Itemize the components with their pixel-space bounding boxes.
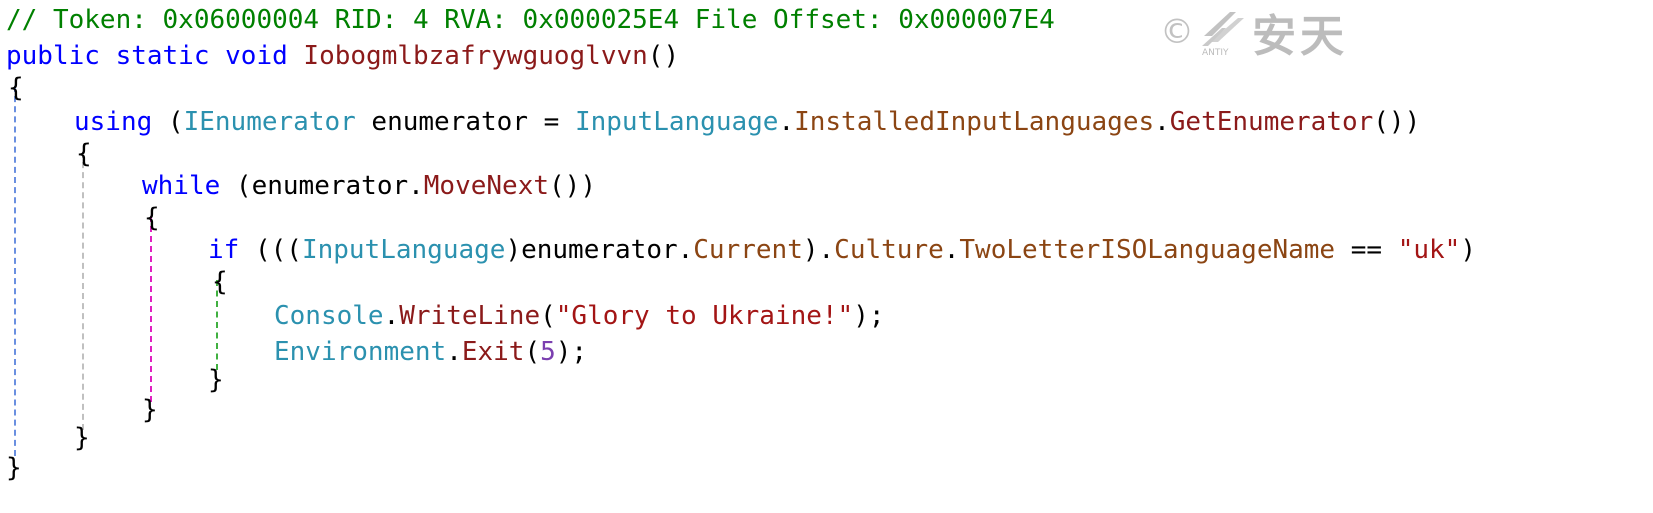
open-brace-level-4: { [212, 267, 228, 297]
code-comment-line: // Token: 0x06000004 RID: 4 RVA: 0x00002… [6, 5, 1055, 35]
current-property[interactable]: Current [693, 235, 803, 265]
antiy-logo-text: ANTIY [1202, 48, 1229, 58]
close-brace-level-2: } [74, 423, 90, 453]
environment-type[interactable]: Environment [274, 337, 446, 367]
if-close-paren: ) [1460, 235, 1476, 265]
code-editor[interactable]: // Token: 0x06000004 RID: 4 RVA: 0x00002… [0, 0, 1653, 513]
move-next-method[interactable]: MoveNext [424, 171, 549, 201]
antiy-logo-icon: ANTIY [1200, 6, 1246, 58]
antiy-chinese-name: 安天 [1252, 11, 1348, 62]
open-brace-level-3: { [144, 203, 160, 233]
two-letter-iso-language-name-property[interactable]: TwoLetterISOLanguageName [959, 235, 1335, 265]
antiy-watermark: © ANTIY 安天 [1160, 0, 1360, 64]
exit-method[interactable]: Exit [462, 337, 525, 367]
indent-guide-level-3 [150, 216, 152, 402]
inputlanguage-cast-type[interactable]: InputLanguage [302, 235, 506, 265]
close-brace-level-3: } [142, 395, 158, 425]
dot: . [778, 107, 795, 137]
close-paren-semicolon: ); [555, 337, 588, 367]
using-close-paren: ()) [1373, 107, 1421, 137]
if-open-parens: ((( [239, 235, 302, 265]
uk-string-literal: "uk" [1397, 235, 1461, 265]
while-statement-line: while (enumerator.MoveNext()) [142, 168, 596, 204]
get-enumerator-method[interactable]: GetEnumerator [1170, 107, 1374, 137]
console-writeline-line: Console.WriteLine("Glory to Ukraine!"); [274, 298, 885, 334]
close-paren-semicolon: ); [853, 301, 885, 331]
inputlanguage-type[interactable]: InputLanguage [575, 107, 779, 137]
writeline-method[interactable]: WriteLine [399, 301, 540, 331]
culture-property[interactable]: Culture [834, 235, 944, 265]
indent-guide-level-1 [14, 86, 16, 456]
method-name[interactable]: Iobogmlbzafrywguoglvvn [303, 41, 647, 71]
equality-operator: == [1335, 235, 1398, 265]
modifiers-keywords: public static void [6, 41, 304, 71]
if-statement-line: if (((InputLanguage)enumerator.Current).… [208, 232, 1476, 268]
open-paren: ( [524, 337, 541, 367]
open-brace-level-2: { [76, 139, 92, 169]
dot: . [446, 337, 462, 367]
glory-string-literal: "Glory to Ukraine!" [555, 301, 854, 331]
console-type[interactable]: Console [274, 301, 384, 331]
using-statement-line: using (IEnumerator enumerator = InputLan… [74, 104, 1420, 140]
environment-exit-line: Environment.Exit(5); [274, 334, 587, 370]
dot: . [943, 235, 960, 265]
enumerator-declaration: enumerator = [355, 107, 575, 137]
while-keyword: while [142, 171, 221, 201]
if-keyword: if [208, 235, 240, 265]
cast-close: )enumerator. [505, 235, 694, 265]
close-brace-level-4: } [208, 365, 224, 395]
while-close-paren: ()) [549, 171, 596, 201]
copyright-symbol: © [1160, 12, 1194, 52]
dot: . [383, 301, 400, 331]
method-params: () [647, 41, 680, 71]
ienumerator-type[interactable]: IEnumerator [184, 107, 356, 137]
installed-input-languages-property[interactable]: InstalledInputLanguages [794, 107, 1154, 137]
method-signature-line: public static void Iobogmlbzafrywguoglvv… [6, 38, 679, 74]
while-condition: (enumerator. [220, 171, 424, 201]
dot: . [1154, 107, 1170, 137]
open-paren: ( [540, 301, 556, 331]
exit-code-number: 5 [540, 337, 556, 367]
open-brace-level-1: { [8, 73, 24, 103]
using-open-paren: ( [152, 107, 184, 137]
paren-dot: ). [802, 235, 835, 265]
using-keyword: using [74, 107, 153, 137]
indent-guide-level-2 [82, 152, 84, 430]
close-brace-level-1: } [6, 453, 22, 483]
